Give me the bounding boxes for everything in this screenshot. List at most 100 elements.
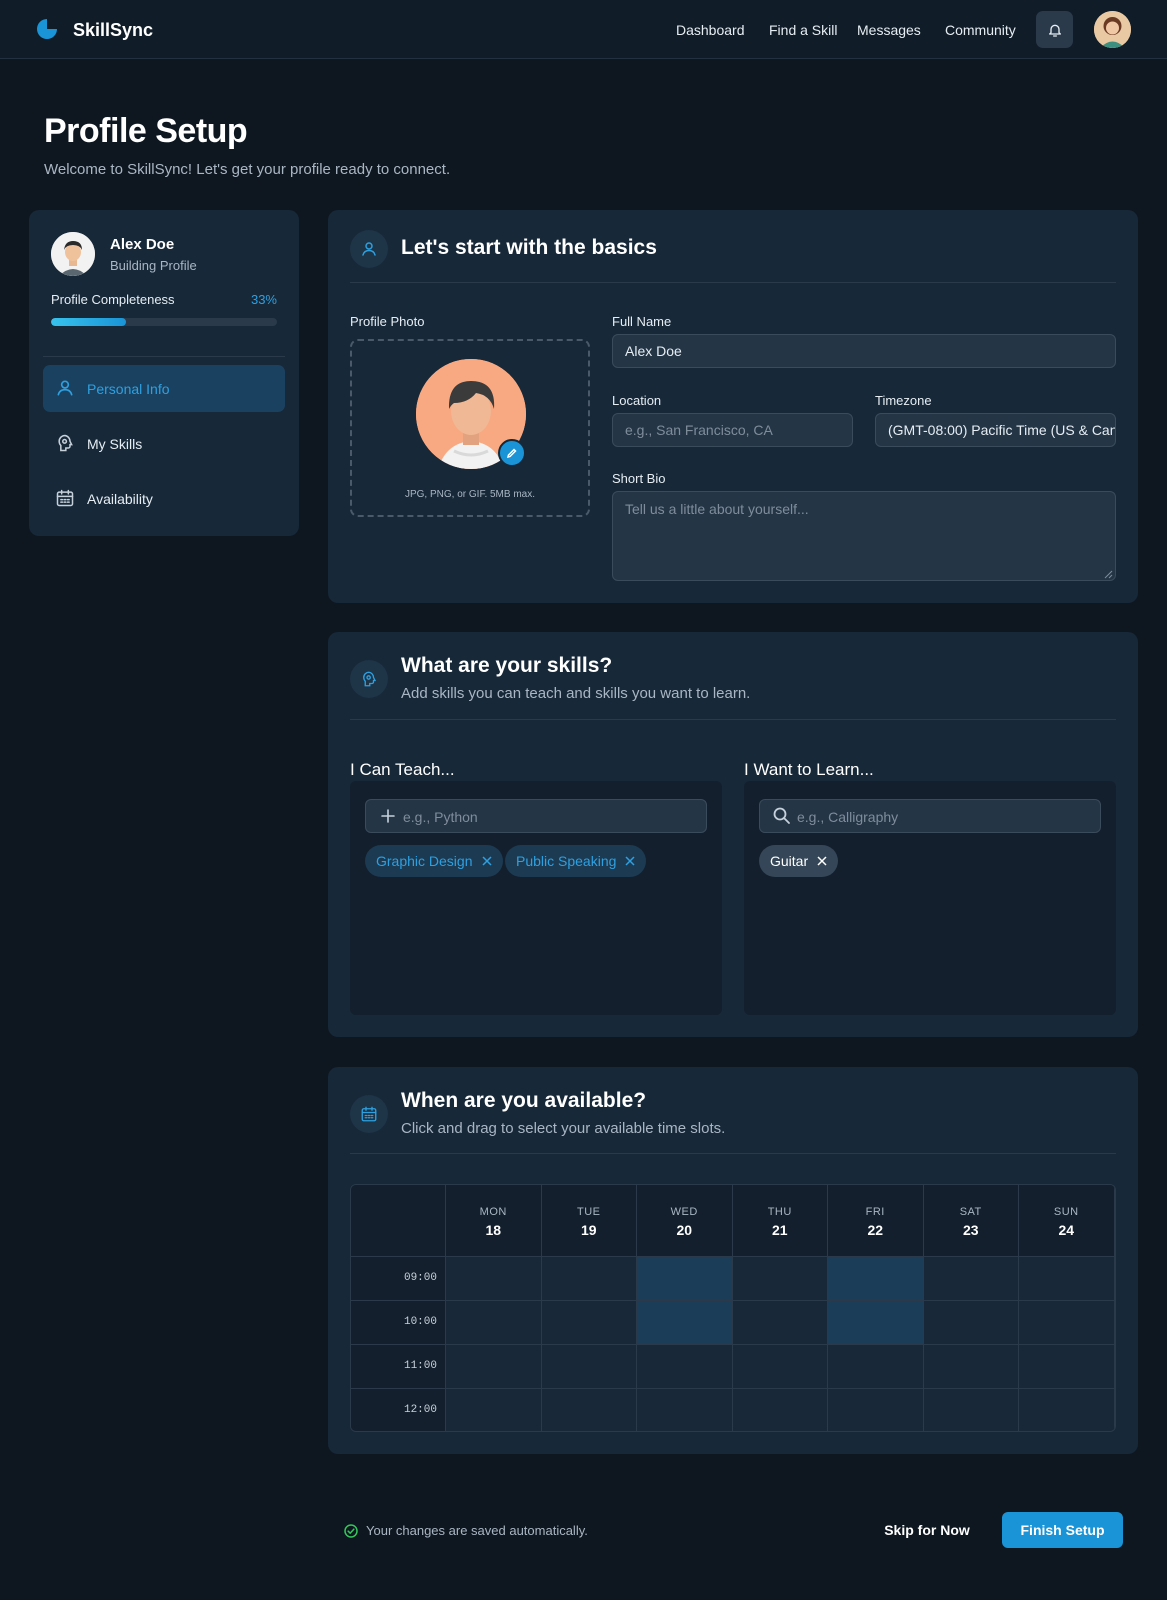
time-slot[interactable]: [541, 1389, 637, 1431]
close-icon[interactable]: [481, 856, 492, 866]
sidebar-item-personal-info[interactable]: Personal Info: [43, 365, 285, 412]
sidebar-avatar: [51, 232, 95, 276]
close-icon[interactable]: [817, 856, 827, 866]
skillsync-logo-icon[interactable]: [36, 18, 58, 40]
calendar-time-label-cell: 10:00: [351, 1301, 446, 1345]
teach-skill-input[interactable]: e.g., Python: [365, 799, 707, 833]
sidebar-user-status: Building Profile: [110, 258, 197, 273]
time-slot[interactable]: [923, 1389, 1019, 1431]
finish-setup-button[interactable]: Finish Setup: [1002, 1512, 1123, 1548]
time-slot[interactable]: [541, 1257, 637, 1301]
plus-icon: [381, 809, 395, 823]
time-slot[interactable]: [923, 1257, 1019, 1301]
teach-column-title: I Can Teach...: [350, 760, 455, 779]
short-bio-textarea[interactable]: Tell us a little about yourself...: [612, 491, 1116, 581]
time-slot[interactable]: [446, 1301, 542, 1345]
location-input[interactable]: e.g., San Francisco, CA: [612, 413, 853, 447]
time-slot[interactable]: [923, 1345, 1019, 1389]
time-slot[interactable]: [637, 1345, 733, 1389]
time-slot[interactable]: [446, 1345, 542, 1389]
sidebar-divider: [43, 356, 285, 357]
notifications-button[interactable]: [1036, 11, 1073, 48]
basics-divider: [350, 282, 1116, 283]
skip-for-now-button[interactable]: Skip for Now: [870, 1512, 984, 1548]
time-slot[interactable]: [541, 1301, 637, 1345]
bell-icon: [1048, 24, 1061, 37]
time-slot[interactable]: [1019, 1257, 1115, 1301]
edit-photo-button[interactable]: [498, 439, 526, 467]
user-avatar[interactable]: [1094, 11, 1131, 48]
autosave-text: Your changes are saved automatically.: [366, 1523, 588, 1538]
resize-handle-icon[interactable]: [1104, 570, 1113, 579]
time-slot-selected[interactable]: [637, 1301, 733, 1345]
check-circle-icon: [344, 1523, 358, 1538]
time-slot[interactable]: [446, 1257, 542, 1301]
skill-chip-public-speaking[interactable]: Public Speaking: [505, 845, 647, 877]
skills-divider: [350, 719, 1116, 720]
time-slot[interactable]: [637, 1389, 733, 1431]
learn-column-title: I Want to Learn...: [744, 760, 874, 779]
day-name: WED: [670, 1206, 698, 1218]
completeness-percent: 33%: [250, 292, 277, 307]
page-subtitle: Welcome to SkillSync! Let's get your pro…: [44, 161, 451, 178]
user-icon: [57, 380, 73, 396]
calendar-day-header: SUN 24: [1019, 1185, 1115, 1257]
day-date: 24: [1058, 1222, 1075, 1238]
nav-link-find-a-skill[interactable]: Find a Skill: [769, 22, 837, 38]
time-slot[interactable]: [1019, 1389, 1115, 1431]
learn-skill-input[interactable]: e.g., Calligraphy: [759, 799, 1101, 833]
calendar-day-header: WED 20: [637, 1185, 733, 1257]
top-nav: SkillSync Dashboard Find a Skill Message…: [0, 0, 1167, 59]
time-slot[interactable]: [732, 1345, 828, 1389]
time-slot-selected[interactable]: [828, 1301, 924, 1345]
sidebar-item-availability[interactable]: Availability: [43, 475, 285, 522]
short-bio-label: Short Bio: [612, 471, 666, 486]
sidebar-user-name: Alex Doe: [110, 236, 175, 253]
time-slot-selected[interactable]: [828, 1257, 924, 1301]
nav-link-messages[interactable]: Messages: [857, 22, 921, 38]
teach-skill-placeholder: e.g., Python: [403, 809, 478, 825]
profile-sidebar: Alex Doe Building Profile Profile Comple…: [29, 210, 299, 536]
skills-card: What are your skills? Add skills you can…: [328, 632, 1138, 1037]
full-name-input[interactable]: Alex Doe: [612, 334, 1116, 368]
calendar-icon: [361, 1106, 377, 1122]
time-slot[interactable]: [732, 1301, 828, 1345]
day-name: THU: [767, 1206, 792, 1218]
time-slot-selected[interactable]: [637, 1257, 733, 1301]
day-date: 18: [485, 1222, 502, 1238]
calendar-day-header: MON 18: [446, 1185, 542, 1257]
time-slot[interactable]: [828, 1345, 924, 1389]
calendar-corner-cell: [351, 1185, 446, 1257]
brain-icon: [363, 671, 377, 687]
time-slot[interactable]: [446, 1389, 542, 1431]
day-date: 21: [771, 1222, 788, 1238]
sidebar-item-my-skills[interactable]: My Skills: [43, 420, 285, 467]
time-slot[interactable]: [1019, 1345, 1115, 1389]
time-slot[interactable]: [923, 1301, 1019, 1345]
photo-upload-hint: JPG, PNG, or GIF. 5MB max.: [404, 489, 536, 500]
time-slot[interactable]: [541, 1345, 637, 1389]
availability-divider: [350, 1153, 1116, 1154]
page-title: Profile Setup: [44, 112, 248, 150]
timezone-select[interactable]: (GMT-08:00) Pacific Time (US & Canada): [875, 413, 1116, 447]
skill-chip-graphic-design[interactable]: Graphic Design: [365, 845, 503, 877]
basics-card: Let's start with the basics Profile Phot…: [328, 210, 1138, 603]
nav-link-dashboard[interactable]: Dashboard: [676, 22, 745, 38]
day-name: SAT: [959, 1206, 982, 1218]
availability-card: When are you available? Click and drag t…: [328, 1067, 1138, 1454]
basics-icon-badge: [350, 230, 388, 268]
sidebar-item-label: Availability: [87, 491, 153, 507]
skill-chip-guitar[interactable]: Guitar: [759, 845, 839, 877]
time-slot[interactable]: [1019, 1301, 1115, 1345]
close-icon[interactable]: [625, 856, 635, 866]
skills-title: What are your skills?: [401, 654, 613, 677]
time-slot[interactable]: [732, 1389, 828, 1431]
brand-name[interactable]: SkillSync: [73, 20, 153, 41]
nav-link-community[interactable]: Community: [945, 22, 1016, 38]
chip-label: Graphic Design: [376, 853, 473, 869]
time-slot[interactable]: [828, 1389, 924, 1431]
photo-upload-dropzone[interactable]: JPG, PNG, or GIF. 5MB max.: [350, 339, 590, 517]
time-slot[interactable]: [732, 1257, 828, 1301]
sidebar-item-label: My Skills: [87, 436, 143, 452]
time-label: 10:00: [403, 1316, 437, 1328]
